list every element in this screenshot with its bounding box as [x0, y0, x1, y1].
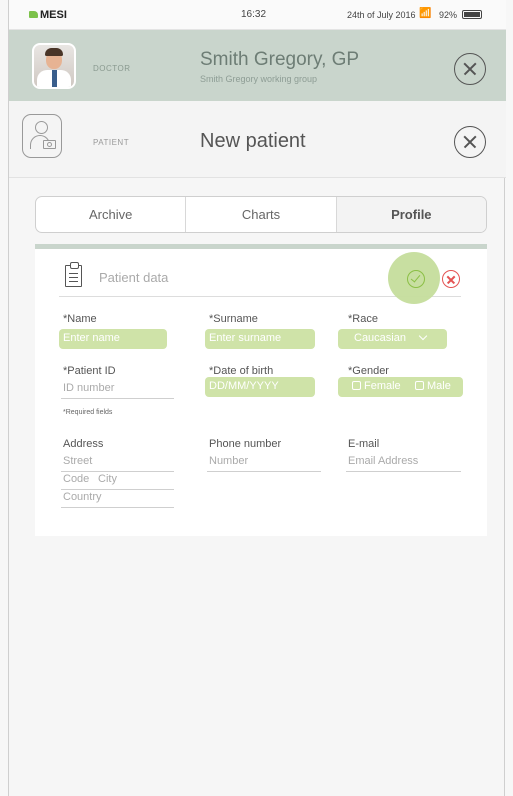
section-tabs: Archive Charts Profile — [35, 196, 487, 233]
phone-label: Phone number — [209, 438, 282, 450]
dob-label: *Date of birth — [209, 365, 274, 377]
name-label: *Name — [63, 313, 97, 325]
doctor-header: DOCTOR Smith Gregory, GP Smith Gregory w… — [9, 30, 506, 101]
patient-role-label: PATIENT — [93, 138, 130, 147]
status-date: 24th of July 2016 — [347, 10, 416, 20]
patient-data-card: Patient data *Name Enter name *Surname E… — [35, 244, 487, 536]
gender-options: Female Male — [338, 377, 463, 397]
doctor-avatar[interactable] — [32, 43, 76, 89]
underline — [61, 489, 174, 490]
phone-input[interactable]: Number — [209, 455, 248, 467]
tab-profile[interactable]: Profile — [336, 197, 486, 232]
patient-id-input[interactable]: ID number — [63, 382, 114, 394]
email-input[interactable]: Email Address — [348, 455, 418, 467]
patient-header: PATIENT New patient — [9, 101, 506, 178]
doctor-name: Smith Gregory, GP — [200, 49, 360, 70]
clipboard-icon — [65, 262, 82, 287]
street-input[interactable]: Street — [63, 455, 92, 467]
checkbox-icon — [352, 381, 361, 390]
battery-percent: 92% — [439, 10, 458, 20]
gender-female-checkbox[interactable]: Female — [352, 380, 401, 392]
status-bar: MESI 16:32 24th of July 2016 📶 92% — [9, 0, 506, 30]
race-select[interactable]: Caucasian — [338, 329, 447, 349]
leaf-icon — [29, 11, 38, 18]
surname-label: *Surname — [209, 313, 258, 325]
email-label: E-mail — [348, 438, 380, 450]
race-value: Caucasian — [354, 331, 428, 344]
confirm-check-icon[interactable] — [407, 270, 425, 288]
race-label: *Race — [348, 313, 378, 325]
gender-label: *Gender — [348, 365, 389, 377]
underline — [346, 471, 461, 472]
dob-placeholder: DD/MM/YYYY — [209, 380, 279, 392]
checkbox-icon — [415, 381, 424, 390]
code-input[interactable]: Code — [63, 473, 89, 485]
gender-male-checkbox[interactable]: Male — [415, 380, 451, 392]
chevron-down-icon — [418, 331, 428, 341]
required-fields-note: *Required fields — [63, 409, 113, 416]
close-patient-button[interactable] — [454, 126, 486, 158]
patient-id-label: *Patient ID — [63, 365, 116, 377]
surname-input[interactable]: Enter surname — [205, 329, 315, 349]
wifi-icon: 📶 — [419, 8, 432, 19]
tab-archive[interactable]: Archive — [36, 197, 187, 232]
doctor-group: Smith Gregory working group — [200, 74, 318, 84]
underline — [61, 507, 174, 508]
dob-input[interactable]: DD/MM/YYYY — [205, 377, 315, 397]
underline — [61, 398, 174, 399]
brand-label: MESI — [40, 9, 67, 21]
address-label: Address — [63, 438, 104, 450]
surname-placeholder: Enter surname — [209, 332, 282, 344]
country-input[interactable]: Country — [63, 491, 102, 503]
cancel-x-icon[interactable] — [442, 270, 460, 288]
doctor-role-label: DOCTOR — [93, 64, 131, 73]
patient-avatar-camera-icon[interactable] — [22, 114, 62, 158]
name-input[interactable]: Enter name — [59, 329, 167, 349]
card-title: Patient data — [99, 270, 169, 285]
tab-charts[interactable]: Charts — [186, 197, 337, 232]
carrier-brand: MESI — [29, 9, 67, 21]
app-frame: MESI 16:32 24th of July 2016 📶 92% DOCTO… — [8, 0, 506, 796]
name-placeholder: Enter name — [63, 332, 120, 344]
battery-icon — [462, 10, 482, 19]
underline — [207, 471, 321, 472]
status-time: 16:32 — [241, 9, 267, 20]
city-input[interactable]: City — [98, 473, 117, 485]
close-doctor-button[interactable] — [454, 53, 486, 85]
patient-name: New patient — [200, 130, 306, 152]
underline — [61, 471, 174, 472]
